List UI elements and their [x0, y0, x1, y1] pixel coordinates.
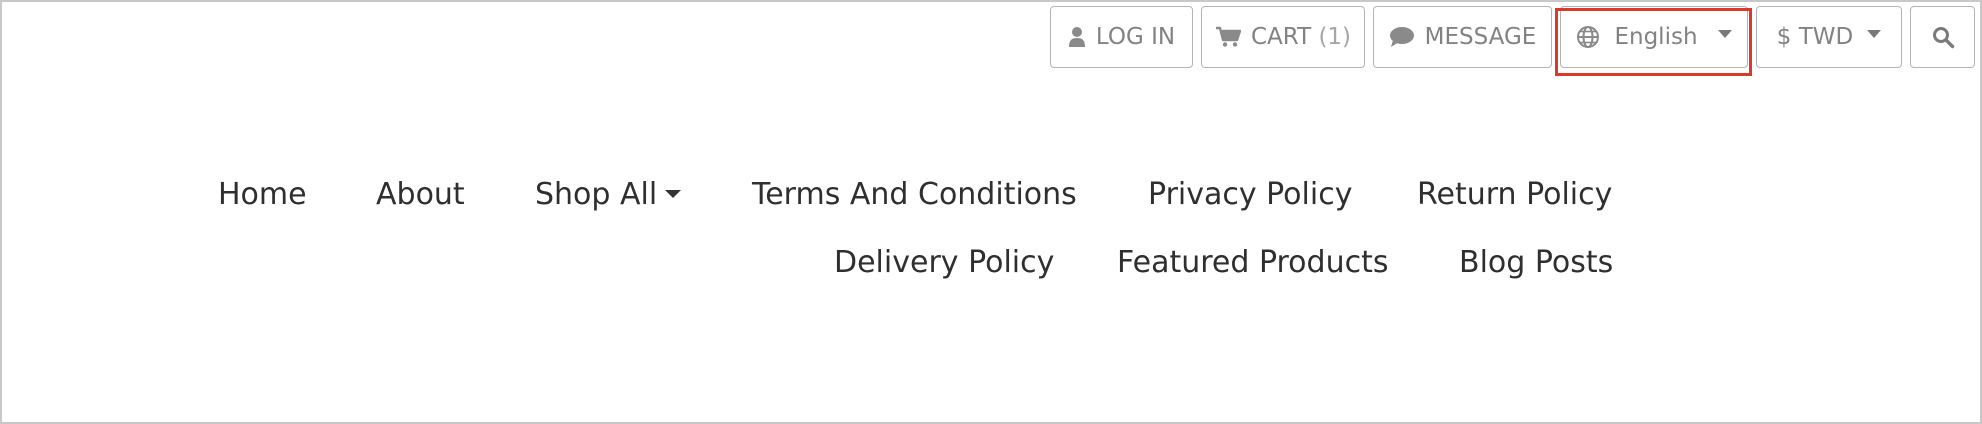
nav-item-terms-and-conditions[interactable]: Terms And Conditions: [752, 177, 1077, 213]
currency-selector[interactable]: $ TWD: [1756, 6, 1902, 68]
chat-bubble-icon: [1389, 26, 1415, 48]
chevron-down-icon: [1717, 30, 1732, 38]
user-icon: [1068, 26, 1086, 48]
message-label: MESSAGE: [1424, 24, 1537, 50]
message-button[interactable]: MESSAGE: [1373, 6, 1552, 68]
nav-item-privacy-policy[interactable]: Privacy Policy: [1148, 177, 1352, 213]
nav-item-return-policy[interactable]: Return Policy: [1417, 177, 1612, 213]
login-label: LOG IN: [1095, 24, 1176, 50]
cart-label: CART (1): [1251, 24, 1351, 50]
top-utility-bar: LOG IN CART (1) MESSAGE English $ TWD: [2, 6, 1980, 76]
nav-item-about[interactable]: About: [376, 177, 465, 213]
search-button[interactable]: [1910, 6, 1975, 68]
nav-item-shop-all[interactable]: Shop All: [535, 177, 682, 213]
nav-item-delivery-policy[interactable]: Delivery Policy: [834, 245, 1054, 281]
search-icon: [1931, 25, 1955, 49]
language-label: English: [1614, 24, 1698, 50]
chevron-down-icon: [1867, 30, 1882, 38]
globe-icon: [1576, 25, 1600, 49]
login-button[interactable]: LOG IN: [1050, 6, 1193, 68]
nav-item-featured-products[interactable]: Featured Products: [1117, 245, 1388, 281]
nav-item-shop-all-label: Shop All: [535, 177, 658, 212]
language-selector[interactable]: English: [1560, 6, 1748, 68]
page-frame: LOG IN CART (1) MESSAGE English $ TWD Ho…: [0, 0, 1982, 424]
cart-count: (1): [1318, 24, 1352, 50]
nav-item-home[interactable]: Home: [218, 177, 307, 213]
currency-label: $ TWD: [1776, 24, 1854, 50]
nav-item-blog-posts[interactable]: Blog Posts: [1459, 245, 1613, 281]
cart-label-text: CART: [1250, 24, 1312, 50]
cart-button[interactable]: CART (1): [1201, 6, 1365, 68]
cart-icon: [1215, 26, 1241, 48]
chevron-down-icon: [665, 189, 682, 198]
